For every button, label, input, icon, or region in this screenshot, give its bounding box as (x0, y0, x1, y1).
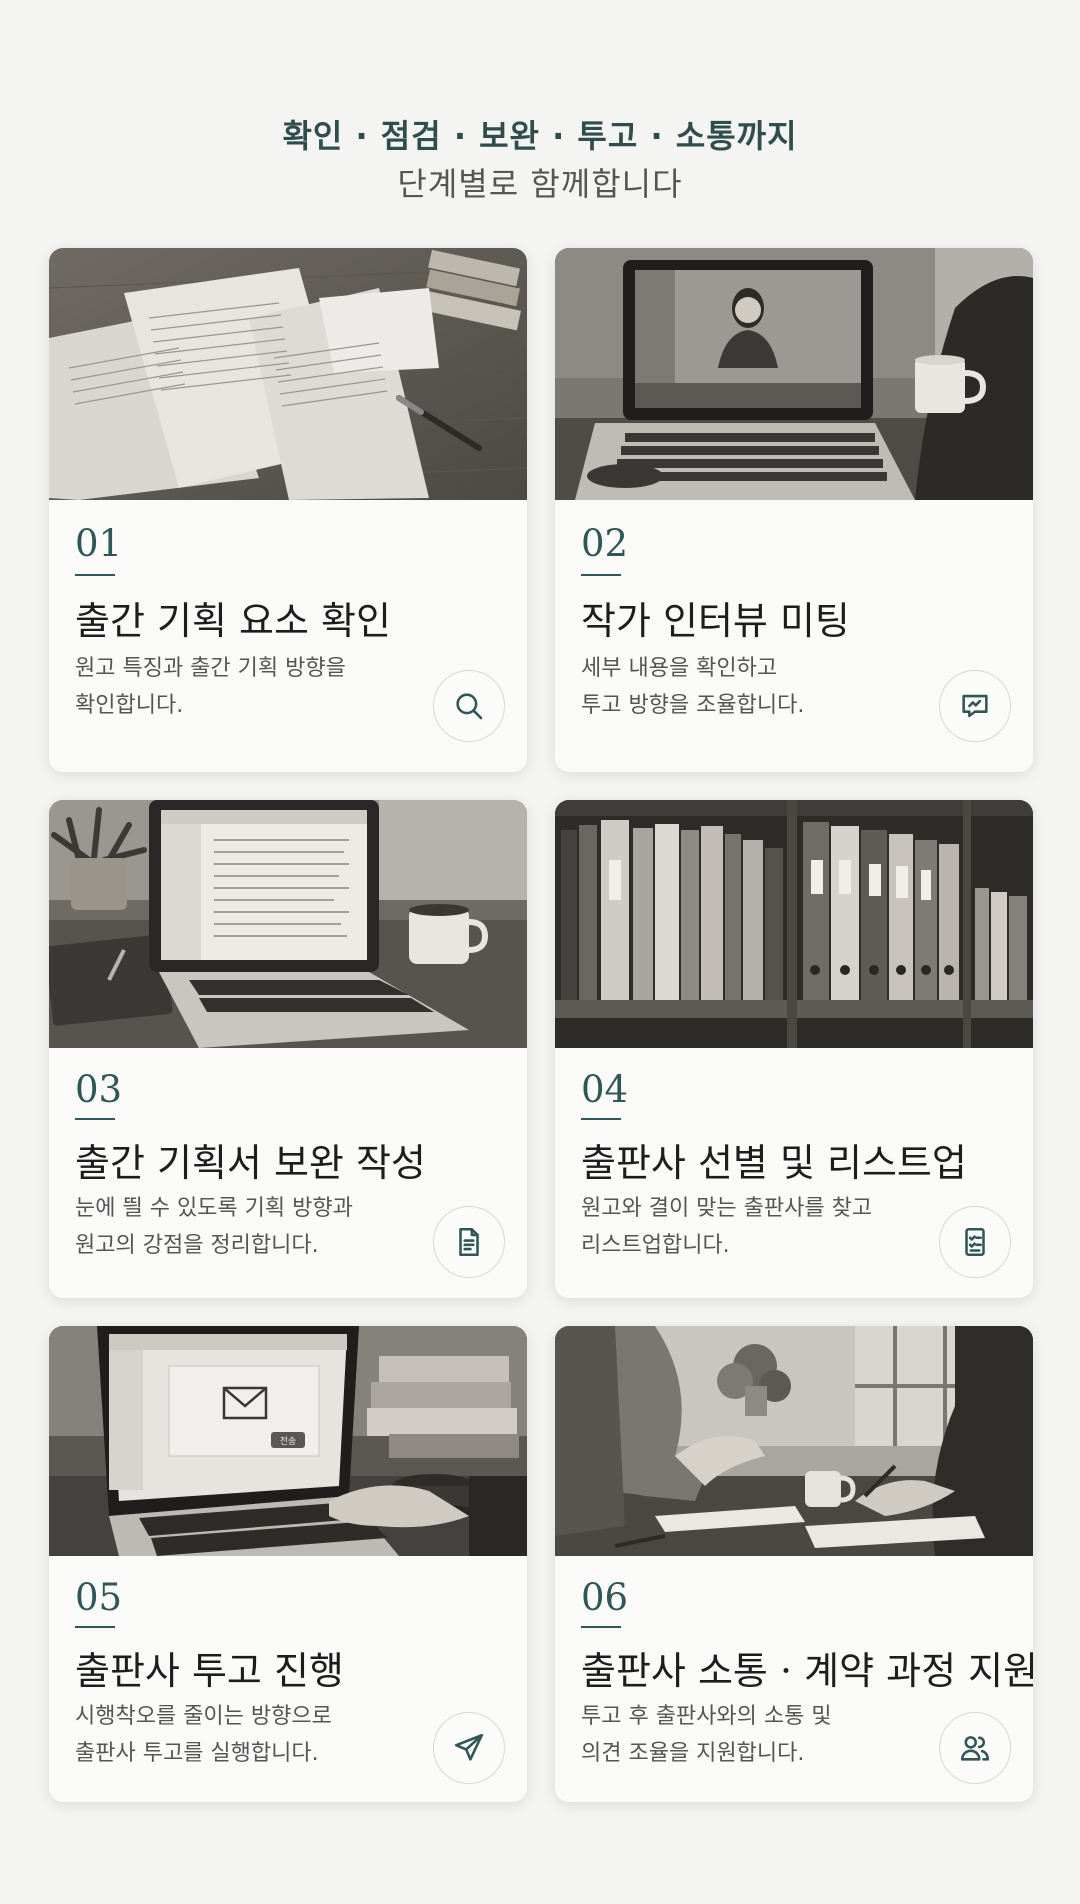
chat-button[interactable] (939, 670, 1011, 742)
search-icon (456, 693, 483, 720)
step-number: 05 (75, 1576, 123, 1619)
desc-line: 의견 조율을 지원합니다. (581, 1741, 805, 1766)
desc-line: 눈에 띌 수 있도록 기획 방향과 (75, 1196, 353, 1221)
step-description: 원고와 결이 맞는 출판사를 찾고 리스트업합니다. (581, 1190, 911, 1264)
step-body: 06 출판사 소통 · 계약 과정 지원 투고 후 출판사와의 소통 및 의견 … (555, 1556, 1033, 1802)
step-description: 눈에 띌 수 있도록 기획 방향과 원고의 강점을 정리합니다. (75, 1190, 405, 1264)
step-description: 원고 특징과 출간 기획 방향을 확인합니다. (75, 650, 405, 724)
step-title: 출간 기획 요소 확인 (75, 599, 391, 643)
step-card-01: 01 출간 기획 요소 확인 원고 특징과 출간 기획 방향을 확인합니다. (49, 248, 527, 772)
search-button[interactable] (433, 670, 505, 742)
step-number: 03 (75, 1068, 123, 1111)
step-number: 02 (581, 522, 629, 565)
header-line-1: 확인 · 점검 · 보완 · 투고 · 소통까지 (282, 117, 798, 155)
send-button[interactable] (433, 1712, 505, 1784)
desc-line: 원고 특징과 출간 기획 방향을 (75, 656, 346, 681)
meeting-table-photo (555, 1326, 1033, 1556)
step-divider (75, 1626, 115, 1628)
binder-shelf-photo (555, 800, 1033, 1048)
desc-line: 세부 내용을 확인하고 (581, 656, 778, 681)
process-page: 확인 · 점검 · 보완 · 투고 · 소통까지 단계별로 함께합니다 01 출… (0, 0, 1080, 1904)
desc-line: 투고 방향을 조율합니다. (581, 693, 805, 718)
step-description: 투고 후 출판사와의 소통 및 의견 조율을 지원합니다. (581, 1698, 911, 1772)
checklist-button[interactable] (939, 1206, 1011, 1278)
step-card-04: 04 출판사 선별 및 리스트업 원고와 결이 맞는 출판사를 찾고 리스트업합… (555, 800, 1033, 1298)
users-button[interactable] (939, 1712, 1011, 1784)
step-divider (581, 1626, 621, 1628)
desc-line: 투고 후 출판사와의 소통 및 (581, 1704, 832, 1729)
step-body: 03 출간 기획서 보완 작성 눈에 띌 수 있도록 기획 방향과 원고의 강점… (49, 1048, 527, 1298)
step-body: 04 출판사 선별 및 리스트업 원고와 결이 맞는 출판사를 찾고 리스트업합… (555, 1048, 1033, 1298)
step-title: 출간 기획서 보완 작성 (75, 1141, 426, 1185)
video-call-laptop-photo (555, 248, 1033, 500)
step-divider (75, 1118, 115, 1120)
step-body: 01 출간 기획 요소 확인 원고 특징과 출간 기획 방향을 확인합니다. (49, 500, 527, 772)
step-body: 02 작가 인터뷰 미팅 세부 내용을 확인하고 투고 방향을 조율합니다. (555, 500, 1033, 772)
step-number: 04 (581, 1068, 629, 1111)
laptop-email-photo: 전송 (49, 1326, 527, 1556)
header-line-2: 단계별로 함께합니다 (397, 165, 683, 203)
step-card-02: 02 작가 인터뷰 미팅 세부 내용을 확인하고 투고 방향을 조율합니다. (555, 248, 1033, 772)
step-divider (581, 574, 621, 576)
chat-icon (962, 694, 988, 718)
send-icon (454, 1733, 484, 1761)
step-title: 작가 인터뷰 미팅 (581, 599, 850, 643)
desc-line: 출판사 투고를 실행합니다. (75, 1741, 319, 1766)
manuscript-papers-photo (49, 248, 527, 500)
document-icon (459, 1227, 479, 1257)
step-title: 출판사 투고 진행 (75, 1649, 344, 1693)
step-card-03: 03 출간 기획서 보완 작성 눈에 띌 수 있도록 기획 방향과 원고의 강점… (49, 800, 527, 1298)
checklist-icon (965, 1227, 985, 1257)
page-header: 확인 · 점검 · 보완 · 투고 · 소통까지 단계별로 함께합니다 (0, 112, 1080, 208)
desc-line: 원고의 강점을 정리합니다. (75, 1233, 319, 1258)
desc-line: 원고와 결이 맞는 출판사를 찾고 (581, 1196, 873, 1221)
step-card-06: 06 출판사 소통 · 계약 과정 지원 투고 후 출판사와의 소통 및 의견 … (555, 1326, 1033, 1802)
step-description: 세부 내용을 확인하고 투고 방향을 조율합니다. (581, 650, 911, 724)
step-description: 시행착오를 줄이는 방향으로 출판사 투고를 실행합니다. (75, 1698, 405, 1772)
step-number: 01 (75, 522, 123, 565)
step-title: 출판사 소통 · 계약 과정 지원 (581, 1649, 1033, 1693)
users-icon (960, 1736, 990, 1761)
step-title: 출판사 선별 및 리스트업 (581, 1141, 967, 1185)
desc-line: 시행착오를 줄이는 방향으로 (75, 1704, 332, 1729)
desc-line: 리스트업합니다. (581, 1233, 730, 1258)
send-button-label: 전송 (280, 1436, 297, 1447)
step-card-05: 전송 05 출판사 투고 진행 시행착오를 줄이는 방향으로 출판사 투고를 실… (49, 1326, 527, 1802)
laptop-document-photo (49, 800, 527, 1048)
step-body: 05 출판사 투고 진행 시행착오를 줄이는 방향으로 출판사 투고를 실행합니… (49, 1556, 527, 1802)
step-number: 06 (581, 1576, 629, 1619)
step-divider (75, 574, 115, 576)
document-button[interactable] (433, 1206, 505, 1278)
step-divider (581, 1118, 621, 1120)
desc-line: 확인합니다. (75, 693, 184, 718)
